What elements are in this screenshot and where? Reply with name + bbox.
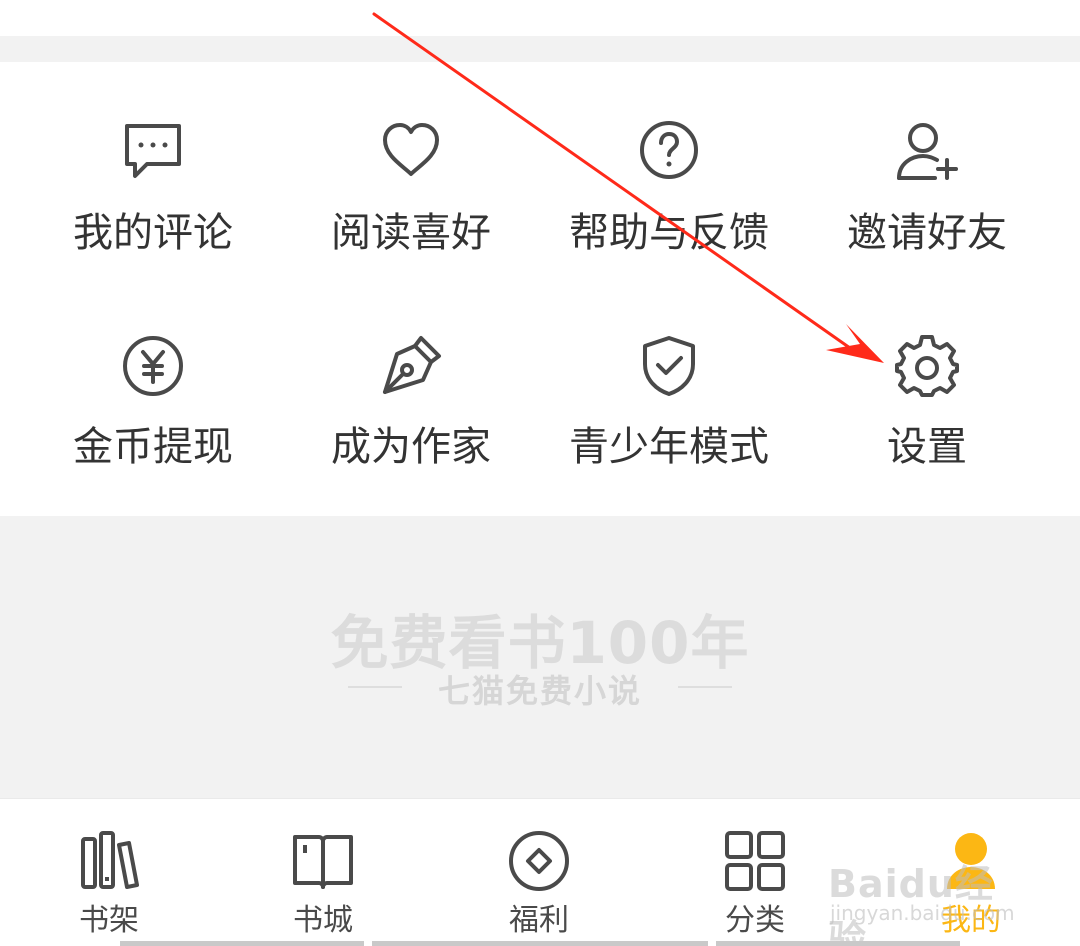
profile-page: 我的评论 阅读喜好 帮助与反馈 邀请好友 金币提现 成为作家 青少年模式 设置 … [0, 0, 1080, 946]
nav-item-bookshelf[interactable]: 书架 [34, 799, 184, 946]
grid-item-label: 帮助与反馈 [569, 210, 769, 256]
grid-item-label: 设置 [887, 424, 967, 470]
nav-label: 分类 [725, 903, 785, 938]
grid-item-label: 青少年模式 [569, 424, 769, 470]
grid-item-become-writer[interactable]: 成为作家 [282, 334, 540, 484]
coin-diamond-icon [507, 829, 571, 893]
nav-underline-bars [0, 941, 1080, 946]
coin-yen-icon [121, 334, 185, 398]
grid-item-label: 成为作家 [331, 424, 491, 470]
comment-icon [121, 120, 185, 184]
grid-item-invite-friends[interactable]: 邀请好友 [798, 120, 1056, 270]
grid-item-label: 金币提现 [73, 424, 233, 470]
shield-check-icon [637, 334, 701, 398]
nav-item-welfare[interactable]: 福利 [464, 799, 614, 946]
book-open-icon [291, 829, 355, 893]
add-friend-icon [895, 120, 959, 184]
grid-item-teen-mode[interactable]: 青少年模式 [540, 334, 798, 484]
grid-item-label: 我的评论 [73, 210, 233, 256]
grid-item-coin-withdraw[interactable]: 金币提现 [24, 334, 282, 484]
watermark-url: jingyan.baidu.com [830, 901, 1015, 925]
heart-icon [379, 120, 443, 184]
nav-label: 书架 [79, 903, 139, 938]
nav-underline [372, 941, 708, 946]
nav-underline [716, 941, 960, 946]
grid-item-label: 邀请好友 [847, 210, 1007, 256]
bottom-nav: 书架 书城 福利 分类 我的 Baidu经验 jingyan.baidu.com [0, 798, 1080, 946]
bookshelf-icon [77, 829, 141, 893]
grid-item-settings[interactable]: 设置 [798, 334, 1056, 484]
watermark-logo: Baidu经验 [828, 862, 994, 946]
pen-icon [379, 334, 443, 398]
gear-icon [895, 334, 959, 398]
baidu-watermark: Baidu经验 jingyan.baidu.com [828, 831, 1028, 946]
slogan-subtitle-row: 七猫免费小说 [0, 666, 1080, 710]
grid-item-label: 阅读喜好 [331, 210, 491, 256]
grid-item-reading-preference[interactable]: 阅读喜好 [282, 120, 540, 270]
nav-underline [120, 941, 364, 946]
grid-icon [723, 829, 787, 893]
feature-grid: 我的评论 阅读喜好 帮助与反馈 邀请好友 金币提现 成为作家 青少年模式 设置 [0, 62, 1080, 516]
nav-label: 书城 [293, 903, 353, 938]
nav-item-category[interactable]: 分类 [680, 799, 830, 946]
slogan-subtitle: 七猫免费小说 [437, 672, 642, 710]
help-icon [637, 120, 701, 184]
nav-item-bookstore[interactable]: 书城 [248, 799, 398, 946]
grid-item-my-comments[interactable]: 我的评论 [24, 120, 282, 270]
section-divider [0, 36, 1080, 62]
top-strip [0, 0, 1080, 36]
nav-label: 福利 [509, 903, 569, 938]
slogan-divider-right [678, 686, 732, 688]
slogan-banner: 免费看书100年 七猫免费小说 [0, 516, 1080, 798]
grid-item-help-feedback[interactable]: 帮助与反馈 [540, 120, 798, 270]
